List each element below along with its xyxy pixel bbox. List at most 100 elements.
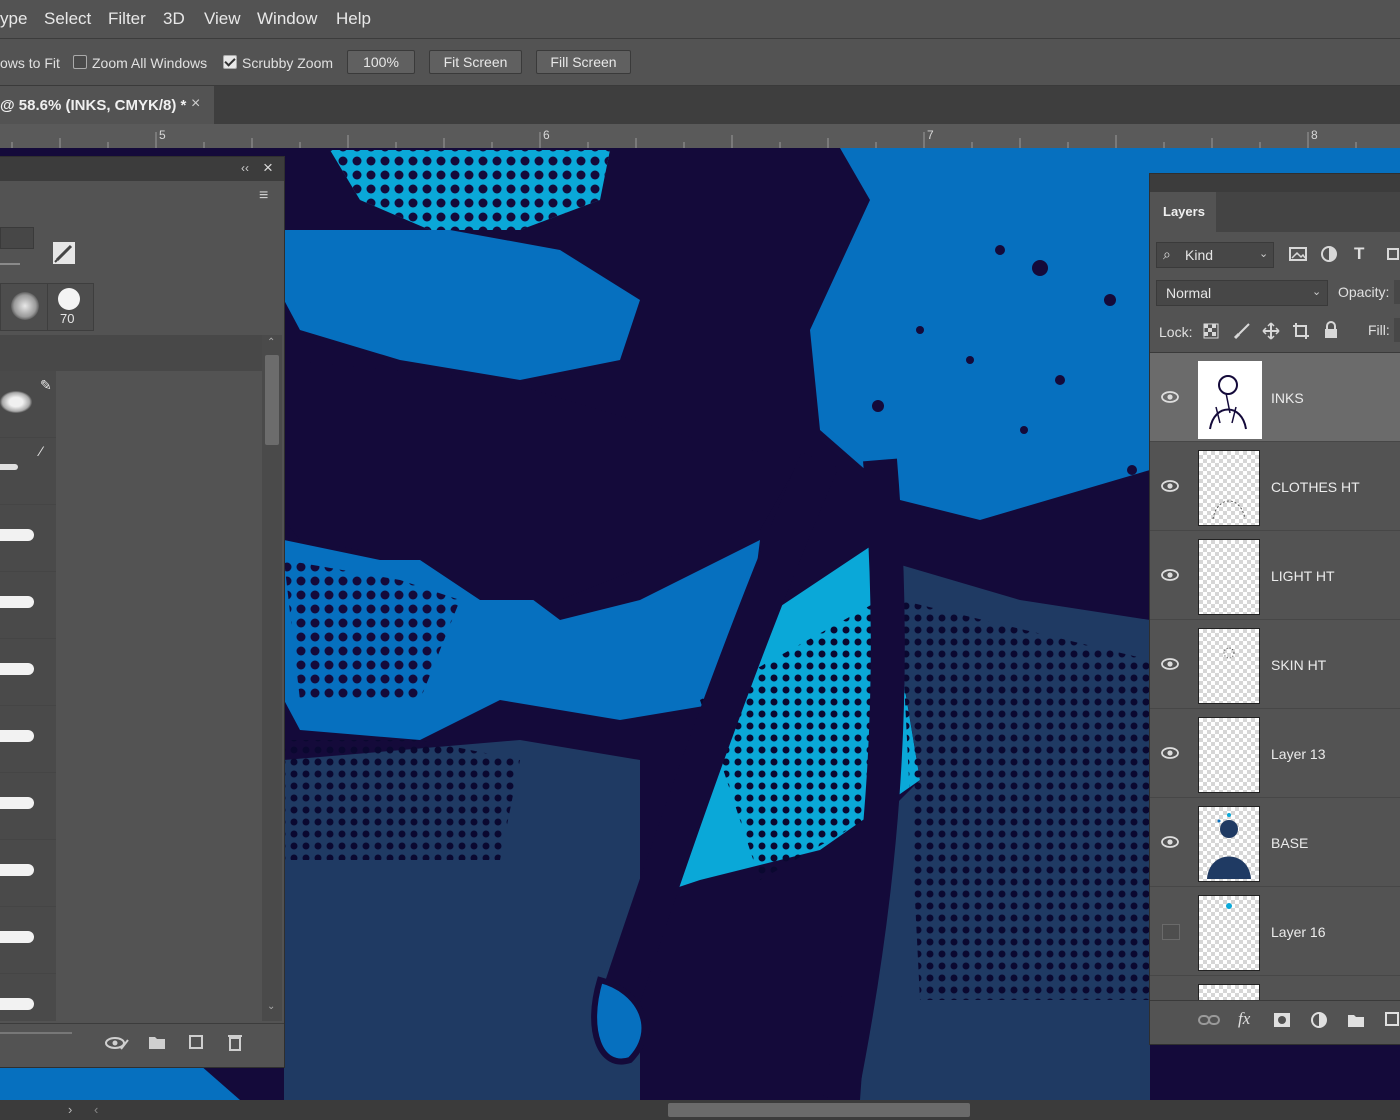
- document-tab-bar: @ 58.6% (INKS, CMYK/8) * ×: [0, 86, 1400, 124]
- layer-row-inks[interactable]: INKS: [1150, 353, 1400, 442]
- brush-item[interactable]: [0, 907, 56, 974]
- horizontal-ruler[interactable]: 5 6 7 8: [0, 124, 1400, 149]
- horizontal-scrollbar-thumb[interactable]: [668, 1103, 970, 1117]
- brush-settings-panel: ‹‹ × ≡ 70 ✎ ⁄ ⌃ ⌄: [0, 156, 285, 1068]
- brush-item[interactable]: [0, 840, 56, 907]
- filter-kind-select[interactable]: ⌕ Kind ⌄: [1156, 242, 1274, 268]
- scrollbar-thumb[interactable]: [265, 355, 279, 445]
- chevron-left-icon[interactable]: ‹: [94, 1102, 98, 1117]
- eye-icon[interactable]: [1160, 656, 1180, 672]
- layer-thumbnail: [1198, 717, 1260, 793]
- lock-position-icon[interactable]: [1262, 322, 1280, 340]
- layer-list[interactable]: INKS CLOTHES HT LIGHT HT SKIN HT Layer 1…: [1150, 352, 1400, 1001]
- brush-item[interactable]: [0, 974, 56, 1021]
- eye-icon[interactable]: [1160, 745, 1180, 761]
- type-filter-icon[interactable]: T: [1354, 244, 1364, 264]
- close-icon[interactable]: ×: [191, 95, 200, 113]
- hard-brush-preset[interactable]: 70: [48, 284, 93, 330]
- new-layer-icon[interactable]: [1384, 1011, 1400, 1027]
- layer16-thumbnail-art: [1226, 903, 1232, 909]
- trash-icon[interactable]: [227, 1033, 243, 1051]
- menu-view[interactable]: View: [204, 9, 241, 29]
- brush-size-field[interactable]: [0, 227, 34, 249]
- layer-thumbnail: [1198, 806, 1260, 882]
- close-icon[interactable]: ×: [263, 158, 273, 178]
- layer-row-base[interactable]: BASE: [1150, 798, 1400, 887]
- menu-select[interactable]: Select: [44, 9, 91, 29]
- layer-row-light-ht[interactable]: LIGHT HT: [1150, 531, 1400, 620]
- eye-icon[interactable]: [1160, 834, 1180, 850]
- opacity-field[interactable]: [1394, 280, 1400, 304]
- toggle-visibility-icon[interactable]: [104, 1034, 130, 1052]
- footer-slider[interactable]: [0, 1032, 72, 1034]
- menu-bar: ype Select Filter 3D View Window Help: [0, 0, 1400, 39]
- brush-item[interactable]: [0, 773, 56, 840]
- layer-thumbnail: [1198, 984, 1260, 1001]
- fit-screen-button[interactable]: Fit Screen: [429, 50, 522, 74]
- menu-type[interactable]: ype: [0, 9, 27, 29]
- collapse-icon[interactable]: ‹‹: [241, 161, 249, 175]
- scroll-down-icon[interactable]: ⌄: [267, 1001, 275, 1012]
- brush-list-header: [0, 335, 262, 371]
- menu-window[interactable]: Window: [257, 9, 317, 29]
- folder-icon[interactable]: [1347, 1012, 1365, 1028]
- brush-item[interactable]: [0, 505, 56, 572]
- lock-all-icon[interactable]: [1323, 321, 1339, 339]
- layers-panel-footer: fx: [1150, 1000, 1400, 1045]
- scroll-up-icon[interactable]: ⌃: [267, 337, 275, 348]
- resize-windows-label[interactable]: ows to Fit: [0, 55, 60, 71]
- new-preset-icon[interactable]: [188, 1034, 204, 1050]
- base-thumbnail-art: [1207, 813, 1251, 879]
- fill-screen-button[interactable]: Fill Screen: [536, 50, 631, 74]
- adjustment-filter-icon[interactable]: [1321, 246, 1337, 262]
- adjustment-layer-icon[interactable]: [1310, 1011, 1328, 1029]
- layer-name: INKS: [1271, 390, 1304, 406]
- opacity-label: Opacity:: [1338, 284, 1390, 300]
- layer-mask-icon[interactable]: [1273, 1012, 1291, 1028]
- chevron-right-icon[interactable]: ›: [68, 1102, 72, 1117]
- layer-row-clothes-ht[interactable]: CLOTHES HT: [1150, 442, 1400, 531]
- lock-image-pixels-icon[interactable]: [1233, 322, 1251, 340]
- layer-row-layer-13[interactable]: Layer 13: [1150, 709, 1400, 798]
- zoom-100-button[interactable]: 100%: [347, 50, 415, 74]
- hidden-visibility-box[interactable]: [1162, 924, 1180, 940]
- menu-filter[interactable]: Filter: [108, 9, 146, 29]
- lock-transparent-pixels-icon[interactable]: [1203, 323, 1219, 339]
- brush-list-scrollbar[interactable]: ⌃ ⌄: [262, 335, 282, 1021]
- eye-icon[interactable]: [1160, 478, 1180, 494]
- zoom-all-windows-checkbox[interactable]: [73, 55, 87, 69]
- layer-row-skin-ht[interactable]: SKIN HT: [1150, 620, 1400, 709]
- brush-list[interactable]: ✎ ⁄: [0, 371, 262, 1021]
- pencil-icon: ✎: [40, 377, 52, 393]
- layer-row-partial[interactable]: [1150, 976, 1400, 1001]
- document-tab[interactable]: @ 58.6% (INKS, CMYK/8) * ×: [0, 86, 214, 124]
- brush-item[interactable]: [0, 438, 56, 505]
- brush-preset-strip: 70: [0, 283, 94, 331]
- brush-item[interactable]: [0, 706, 56, 773]
- blend-mode-select[interactable]: Normal ⌄: [1156, 280, 1328, 306]
- pixel-filter-icon[interactable]: [1289, 246, 1307, 262]
- brush-edit-icon[interactable]: [52, 241, 76, 265]
- search-icon: ⌕: [1163, 246, 1171, 262]
- eye-icon[interactable]: [1160, 567, 1180, 583]
- menu-help[interactable]: Help: [336, 9, 371, 29]
- fx-icon[interactable]: fx: [1238, 1009, 1250, 1029]
- brush-item[interactable]: [0, 572, 56, 639]
- brush-size-slider[interactable]: [0, 263, 20, 265]
- tab-layers[interactable]: Layers: [1150, 192, 1216, 232]
- link-layers-icon[interactable]: [1198, 1013, 1220, 1027]
- scrubby-zoom-checkbox[interactable]: [223, 55, 237, 69]
- soft-brush-preset[interactable]: [1, 284, 48, 330]
- fill-field[interactable]: [1394, 318, 1400, 342]
- brush-size-value: 70: [60, 311, 75, 326]
- options-bar: ows to Fit Zoom All Windows Scrubby Zoom…: [0, 39, 1400, 86]
- layer-row-layer-16[interactable]: Layer 16: [1150, 887, 1400, 976]
- brush-item[interactable]: [0, 639, 56, 706]
- stroke-preview-icon: [0, 864, 34, 876]
- folder-icon[interactable]: [148, 1034, 166, 1050]
- lock-artboard-icon[interactable]: [1292, 322, 1310, 340]
- menu-3d[interactable]: 3D: [163, 9, 185, 29]
- shape-filter-icon[interactable]: [1385, 246, 1400, 262]
- panel-menu-icon[interactable]: ≡: [259, 187, 268, 205]
- eye-icon[interactable]: [1160, 389, 1180, 405]
